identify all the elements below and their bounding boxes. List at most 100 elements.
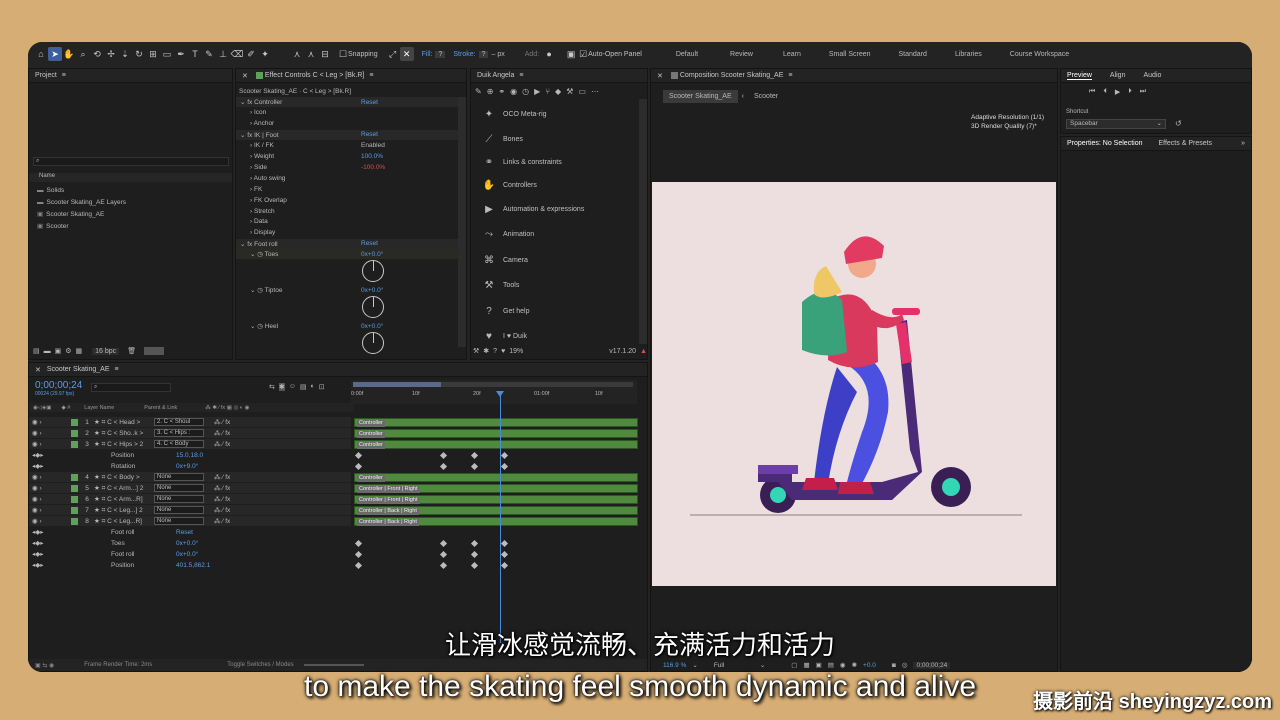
home-icon[interactable]: ⌂ [34, 47, 48, 61]
layer-switch-icons[interactable]: ⁂ ⁄ fx [214, 495, 230, 503]
camera-icon[interactable]: ▭ [578, 87, 586, 96]
layer-switches[interactable]: ◉ › [29, 429, 69, 437]
first-frame-icon[interactable]: ⏮ [1089, 88, 1095, 96]
puppet-tool-icon[interactable]: ✦ [258, 47, 272, 61]
duik-automation[interactable]: ▶ Automation & expressions [481, 200, 584, 218]
graph-editor-icon[interactable]: ⊡ [319, 383, 325, 391]
auto-open-checkbox[interactable]: ☑ [578, 47, 588, 61]
effect-row[interactable]: › FK [236, 184, 458, 194]
effect-value[interactable]: 100.0% [361, 153, 383, 160]
layer-row[interactable]: ◂◆▸ Rotation 0x+9.0° [29, 461, 351, 471]
workspace-standard[interactable]: Standard [899, 51, 927, 58]
duik-love[interactable]: ♥ I ♥ Duik [481, 327, 527, 345]
layer-row[interactable]: ◉ › 2 ★ ⌗ C < Sho..k >3. C < Hips : ⁂ ⁄ fx [29, 428, 351, 438]
play-icon[interactable]: ▶ [1115, 88, 1120, 96]
comp-time[interactable]: 0;00;00;24 [913, 661, 951, 669]
layer-switches[interactable]: ◂◆▸ [29, 451, 69, 459]
duik-animation[interactable]: ⤳ Animation [481, 225, 534, 243]
playhead[interactable] [500, 393, 501, 643]
layer-switch-icons[interactable]: ⁂ ⁄ fx [214, 473, 230, 481]
layer-switch-icons[interactable]: ⁂ ⁄ fx [214, 418, 230, 426]
layer-switch-icons[interactable]: ⁂ ⁄ fx [214, 517, 230, 525]
comp-tab-active[interactable]: Scooter Skating_AE [663, 90, 738, 103]
new-comp-icon[interactable]: ▣ [55, 347, 62, 355]
keyframe[interactable] [500, 550, 509, 559]
frame-blend-icon[interactable]: ▤ [300, 383, 307, 391]
interpret-footage-icon[interactable]: ▤ [33, 347, 40, 355]
keyframe[interactable] [500, 451, 509, 460]
menu-icon[interactable]: ≡ [788, 72, 792, 79]
new-folder-icon[interactable]: ▬ [44, 348, 51, 355]
add-icon[interactable]: ● [542, 47, 556, 61]
duik-controllers[interactable]: ✋ Controllers [481, 176, 537, 194]
layer-row[interactable]: ◉ › 3 ★ ⌗ C < Hips > 2 4. C < Body ⁂ ⁄ fx [29, 439, 351, 449]
layer-name[interactable]: Foot roll [111, 529, 134, 536]
color-swatch[interactable] [144, 347, 165, 355]
chevron-down-icon[interactable]: ⌄ [760, 661, 765, 669]
prev-frame-icon[interactable]: ⏴ [1103, 88, 1107, 96]
scrollbar[interactable] [458, 97, 466, 347]
workspace-learn[interactable]: Learn [783, 51, 801, 58]
stopwatch-icon[interactable]: ◷ [522, 87, 529, 96]
dial-row[interactable]: ⌄ ◷ Toes 0x+0.0° [236, 249, 458, 259]
keyframe[interactable] [439, 539, 448, 548]
next-frame-icon[interactable]: ⏵ [1128, 88, 1132, 96]
time-ruler[interactable]: 0:00f 10f 20f 01:00f 10f [351, 380, 637, 404]
duik-bones[interactable]: ⟋ Bones [481, 130, 523, 148]
axis-local-icon[interactable]: ⋏ [290, 47, 304, 61]
connector-icon[interactable]: ⑂ [545, 87, 550, 96]
parent-dropdown[interactable]: 2. C < Shoul [154, 418, 204, 426]
layer-switches[interactable]: ◉ › [29, 473, 69, 481]
workspace-libraries[interactable]: Libraries [955, 51, 982, 58]
layer-track-bar[interactable]: Controller | Front | Right [354, 495, 638, 504]
effect-row[interactable]: › Stretch [236, 206, 458, 216]
menu-icon[interactable]: ≡ [369, 72, 373, 79]
zoom-tool-icon[interactable]: ⌕ [76, 47, 90, 61]
tab-audio[interactable]: Audio [1143, 72, 1161, 79]
expand-icon[interactable]: ⋯ [591, 87, 599, 96]
channel-icon[interactable]: ◉ [840, 661, 846, 669]
pen-tool-icon[interactable]: ✒ [174, 47, 188, 61]
layer-switches[interactable]: ◉ › [29, 495, 69, 503]
effect-row[interactable]: › Data [236, 217, 458, 227]
close-icon[interactable]: ✕ [657, 72, 663, 80]
keyframe-icon[interactable]: ◆ [555, 87, 561, 96]
layer-switches[interactable]: ◂◆▸ [29, 462, 69, 470]
keyframe[interactable] [354, 539, 363, 548]
roto-tool-icon[interactable]: ✐ [244, 47, 258, 61]
close-icon[interactable]: ✕ [35, 366, 41, 374]
stroke-width[interactable]: – px [491, 51, 504, 58]
name-column[interactable]: Name [39, 173, 55, 179]
layer-row[interactable]: ◉ › 8 ★ ⌗ C < Leg...R] None ⁂ ⁄ fx [29, 516, 351, 526]
layer-row[interactable]: ◉ › 4 ★ ⌗ C < Body > None ⁂ ⁄ fx [29, 472, 351, 482]
layer-name[interactable]: C < Arm...] 2 [107, 485, 143, 492]
property-value[interactable]: 0x+9.0° [176, 463, 198, 470]
draft-3d-icon[interactable]: ✱ [278, 383, 285, 391]
resolution-dropdown[interactable]: Full [714, 662, 754, 669]
snapshot-icon[interactable]: ◙ [892, 662, 896, 669]
layer-row[interactable]: ◉ › 1 ★ ⌗ C < Head >2. C < Shoul ⁂ ⁄ fx [29, 417, 351, 427]
angle-dial[interactable] [362, 332, 384, 354]
tools-icon[interactable]: ⚒ [473, 347, 479, 355]
layer-name[interactable]: C < Arm...R] [107, 496, 143, 503]
keyframe[interactable] [439, 561, 448, 570]
project-item[interactable]: ▣ Scooter [29, 221, 232, 231]
mask-icon[interactable]: ▣ [816, 661, 822, 669]
layer-icon[interactable]: ▣ [564, 47, 578, 61]
workspace-small-screen[interactable]: Small Screen [829, 51, 871, 58]
layer-row[interactable]: ◂◆▸ Foot roll Reset [29, 527, 351, 537]
eye-icon[interactable]: ◉ [510, 87, 517, 96]
heart-icon[interactable]: ♥ [501, 348, 505, 355]
effect-row[interactable]: › Icon [236, 108, 458, 118]
duik-tools[interactable]: ⚒ Tools [481, 276, 520, 294]
layer-switch-icons[interactable]: ⁂ ⁄ fx [214, 429, 230, 437]
keyframe[interactable] [470, 539, 479, 548]
fill-swatch[interactable]: ? [435, 50, 446, 58]
layer-name[interactable]: Position [111, 452, 134, 459]
effect-row[interactable]: › Weight 100.0% [236, 152, 458, 162]
exposure-value[interactable]: +0.0 [863, 662, 876, 669]
layer-row[interactable]: ◂◆▸ Position 15.0,18.0 [29, 450, 351, 460]
tab-align[interactable]: Align [1110, 72, 1126, 79]
menu-icon[interactable]: ≡ [115, 366, 119, 373]
layer-track-bar[interactable]: Controller | Front | Right [354, 484, 638, 493]
